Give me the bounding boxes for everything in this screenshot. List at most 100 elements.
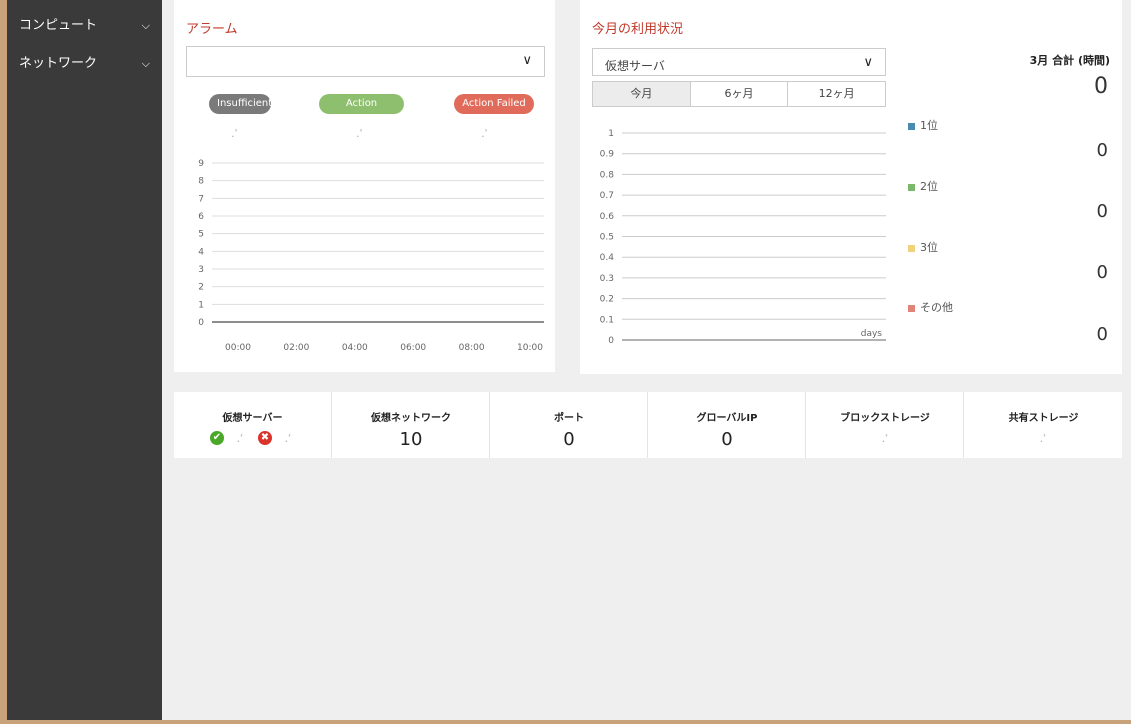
y-tick-label: 3 xyxy=(198,265,204,275)
tab-6-months[interactable]: 6ヶ月 xyxy=(689,82,788,106)
y-tick-label: 5 xyxy=(198,230,204,240)
y-tick-label: 7 xyxy=(198,194,204,204)
badge-action-failed[interactable]: Action Failed xyxy=(454,94,534,114)
stat-loading: ․ʾ xyxy=(964,431,1123,451)
x-tick-label: 02:00 xyxy=(283,343,309,353)
badge-label: Insufficient xyxy=(217,98,273,109)
stat-value: 0 xyxy=(563,429,575,450)
loading-spinner-icon: ․ʾ xyxy=(1039,432,1047,445)
x-tick-label: 10:00 xyxy=(517,343,543,353)
y-tick-label: 0.8 xyxy=(600,170,615,180)
legend-item-rank2: 2位 xyxy=(908,178,938,194)
legend-value-other: 0 xyxy=(1096,324,1108,345)
error-circle-icon: ✖ xyxy=(258,431,272,445)
loading-spinner-icon: ․ʾ xyxy=(481,127,489,140)
y-tick-label: 0.6 xyxy=(600,212,615,222)
loading-spinner-icon: ․ʾ xyxy=(231,127,239,140)
stat-shared-storage[interactable]: 共有ストレージ ․ʾ xyxy=(963,392,1123,458)
y-tick-label: 0.3 xyxy=(600,274,614,284)
legend-swatch xyxy=(908,183,915,191)
y-tick-label: 0.4 xyxy=(600,253,615,263)
stat-ports[interactable]: ポート 0 xyxy=(489,392,648,458)
loading-spinner-icon: ․ʾ xyxy=(356,127,364,140)
legend-swatch xyxy=(908,244,915,252)
sidebar-item-network[interactable]: ネットワーク ⌵ xyxy=(7,52,162,76)
legend-label: その他 xyxy=(920,301,953,314)
stat-global-ip[interactable]: グローバルIP 0 xyxy=(647,392,806,458)
tab-12-months[interactable]: 12ヶ月 xyxy=(787,82,885,106)
y-tick-label: 0.5 xyxy=(600,233,614,243)
usage-panel: 今月の利用状況 仮想サーバ ∨ 今月 6ヶ月 12ヶ月 0 0.1 0.2 0.3 0.… xyxy=(580,0,1122,374)
stat-value: 0 xyxy=(721,429,733,450)
chevron-down-icon: ∨ xyxy=(863,55,873,70)
y-tick-label: 0.7 xyxy=(600,191,614,201)
legend-value-rank3: 0 xyxy=(1096,262,1108,283)
stat-label: ブロックストレージ xyxy=(840,413,930,424)
y-tick-label: 9 xyxy=(198,159,204,169)
legend-label: 3位 xyxy=(920,241,938,254)
legend-value-rank1: 0 xyxy=(1096,140,1108,161)
y-tick-label: 0.2 xyxy=(600,295,614,305)
y-tick-label: 0 xyxy=(608,336,614,346)
x-tick-label: 00:00 xyxy=(225,343,251,353)
y-tick-label: 1 xyxy=(198,300,204,310)
stat-virtual-servers[interactable]: 仮想サーバー ✔ ․ʾ ✖ ․ʾ xyxy=(174,392,331,458)
stat-label: 仮想ネットワーク xyxy=(371,413,451,424)
tab-this-month[interactable]: 今月 xyxy=(593,82,690,106)
usage-total-value: 0 xyxy=(1094,74,1108,99)
badge-label: Action Succeeded xyxy=(334,98,389,129)
loading-spinner-icon: ․ʾ xyxy=(881,432,889,445)
loading-spinner-icon: ․ʾ xyxy=(284,432,292,445)
stat-label: グローバルIP xyxy=(696,413,758,424)
sidebar-item-compute[interactable]: コンピュート ⌵ xyxy=(7,14,162,38)
loading-spinner-icon: ․ʾ xyxy=(236,432,244,445)
usage-select-value: 仮想サーバ xyxy=(605,59,665,73)
legend-item-other: その他 xyxy=(908,299,953,315)
y-tick-label: 6 xyxy=(198,212,204,222)
period-tabs: 今月 6ヶ月 12ヶ月 xyxy=(592,81,886,107)
sidebar: コンピュート ⌵ ネットワーク ⌵ xyxy=(7,0,162,720)
stat-block-storage[interactable]: ブロックストレージ ․ʾ xyxy=(805,392,964,458)
legend-swatch xyxy=(908,304,915,312)
badge-label: Action Failed xyxy=(462,98,526,109)
sidebar-item-label: ネットワーク xyxy=(19,56,98,71)
x-tick-label: 04:00 xyxy=(342,343,368,353)
check-circle-icon: ✔ xyxy=(210,431,224,445)
legend-item-rank3: 3位 xyxy=(908,239,938,255)
usage-total-label: 3月 合計 (時間) xyxy=(1029,54,1110,67)
x-tick-label: 08:00 xyxy=(459,343,485,353)
alarm-select[interactable]: ∨ xyxy=(186,46,545,77)
legend-label: 2位 xyxy=(920,180,938,193)
y-tick-label: 8 xyxy=(198,177,204,187)
y-tick-label: 2 xyxy=(198,283,204,293)
stat-loading: ․ʾ xyxy=(806,431,964,451)
y-tick-label: 1 xyxy=(608,129,614,139)
x-axis-label: days xyxy=(861,329,883,339)
server-status-row: ✔ ․ʾ ✖ ․ʾ xyxy=(174,431,331,449)
y-tick-label: 0.9 xyxy=(600,150,615,160)
x-tick-label: 06:00 xyxy=(400,343,426,353)
sidebar-item-label: コンピュート xyxy=(19,18,98,33)
stat-label: ポート xyxy=(554,413,584,424)
chevron-down-icon: ⌵ xyxy=(141,19,150,32)
badge-insufficient[interactable]: Insufficient xyxy=(209,94,273,114)
alarm-chart: 0 1 2 3 4 5 6 7 8 9 00:00 02:00 04:00 06:00 08:00 10:00 xyxy=(198,159,544,353)
stat-label: 共有ストレージ xyxy=(1008,413,1079,424)
legend-item-rank1: 1位 xyxy=(908,117,938,133)
stat-virtual-networks[interactable]: 仮想ネットワーク 10 xyxy=(331,392,490,458)
legend-swatch xyxy=(908,122,915,130)
alarm-panel: アラーム ∨ Insufficient Action Succeeded Act… xyxy=(174,0,555,372)
stat-label: 仮想サーバー xyxy=(222,413,283,424)
usage-resource-select[interactable]: 仮想サーバ ∨ xyxy=(592,48,886,76)
stat-value: 10 xyxy=(399,429,423,450)
alarm-title: アラーム xyxy=(186,22,238,37)
chevron-down-icon: ⌵ xyxy=(141,57,150,70)
y-tick-label: 0.1 xyxy=(600,315,614,325)
y-tick-label: 0 xyxy=(198,318,204,328)
y-tick-label: 4 xyxy=(198,247,204,257)
main-content: アラーム ∨ Insufficient Action Succeeded Act… xyxy=(162,0,1131,720)
chevron-down-icon: ∨ xyxy=(522,53,532,68)
badge-action-succeeded[interactable]: Action Succeeded xyxy=(319,94,404,129)
legend-label: 1位 xyxy=(920,119,938,132)
usage-chart: 0 0.1 0.2 0.3 0.4 0.5 0.6 0.7 0.8 0.9 1 days xyxy=(600,129,886,346)
